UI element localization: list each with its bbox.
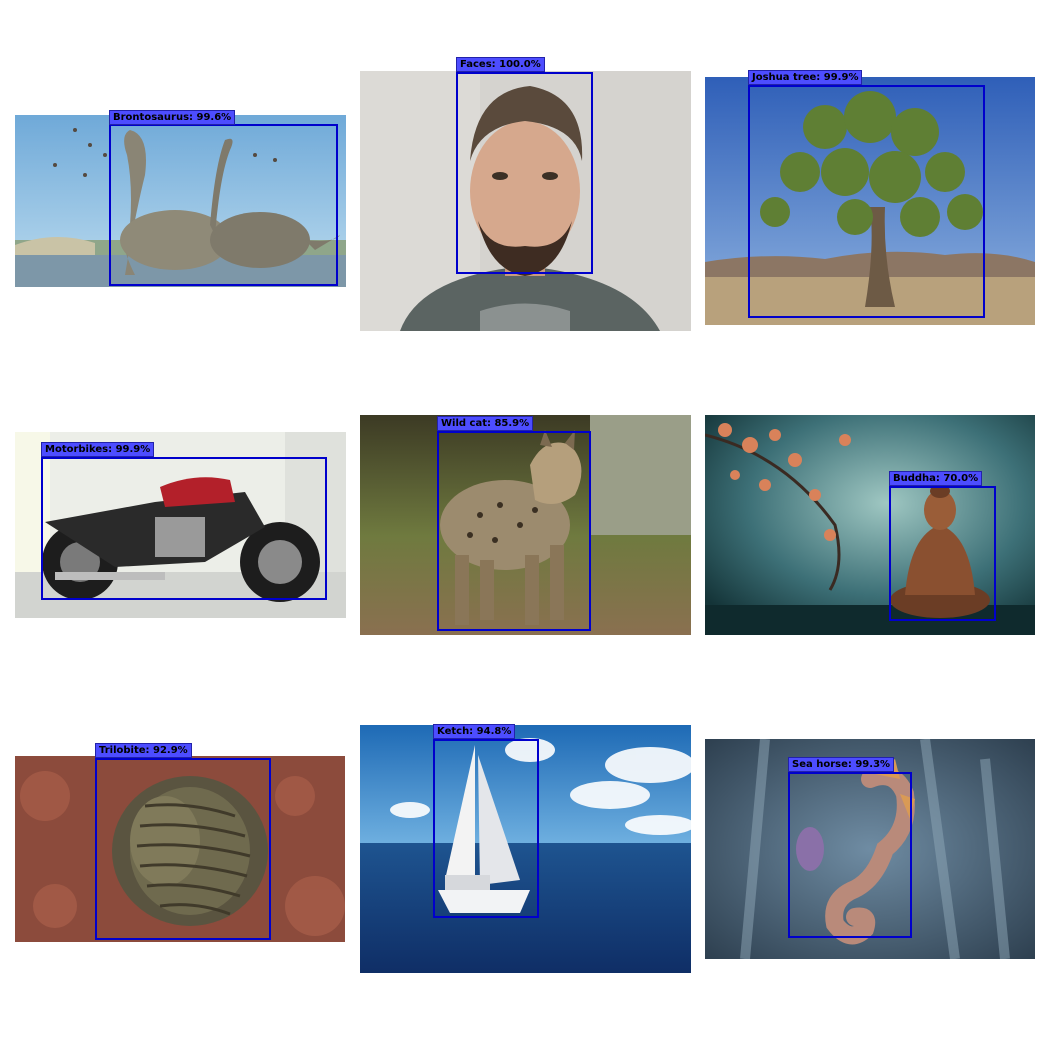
label-joshua-tree: Joshua tree: 99.9% [748,70,863,85]
bbox-trilobite [95,758,271,940]
bbox-joshua-tree [748,85,985,318]
label-brontosaurus: Brontosaurus: 99.6% [109,110,236,125]
label-trilobite: Trilobite: 92.9% [95,743,192,758]
label-motorbike: Motorbikes: 99.9% [41,442,155,457]
label-sea-horse: Sea horse: 99.3% [788,757,895,772]
bbox-buddha [889,486,996,621]
bbox-wild-cat [437,431,591,631]
bbox-ketch [433,739,539,918]
label-buddha: Buddha: 70.0% [889,471,983,486]
label-wild-cat: Wild cat: 85.9% [437,416,534,431]
bbox-sea-horse [788,772,912,938]
bbox-brontosaurus [109,124,338,286]
bbox-face [456,72,593,274]
bbox-motorbike [41,457,327,600]
label-face: Faces: 100.0% [456,57,545,72]
label-ketch: Ketch: 94.8% [433,724,516,739]
